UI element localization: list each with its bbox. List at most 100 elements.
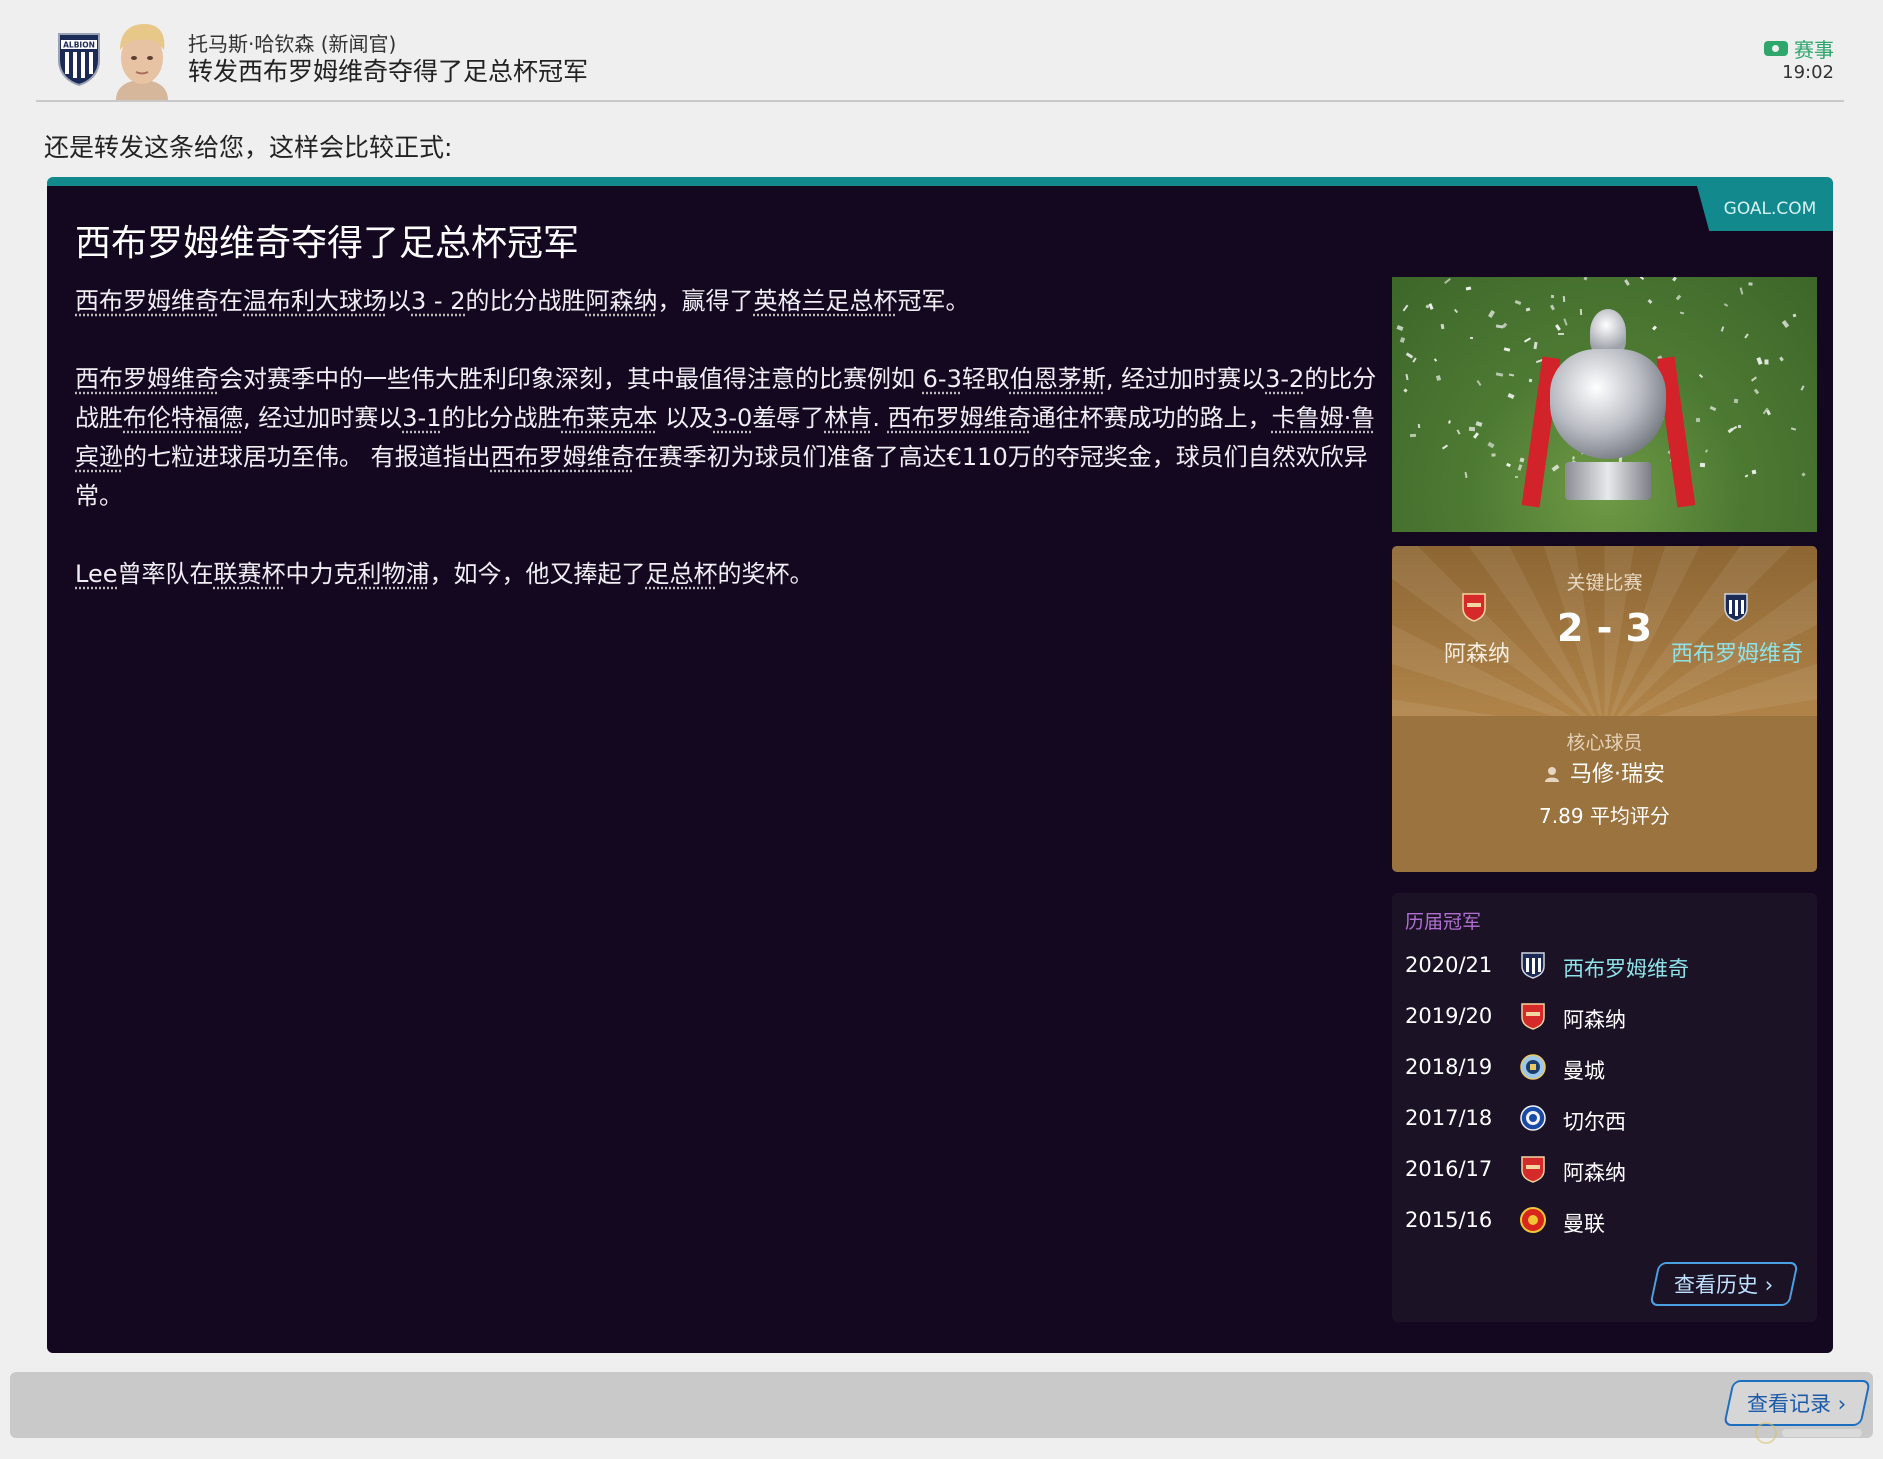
club-link[interactable]: 林肯 [824,404,872,432]
winner-team[interactable]: 阿森纳 [1563,1004,1626,1034]
confetti-piece [1469,336,1474,340]
article-title: 西布罗姆维奇夺得了足总杯冠军 [75,223,580,264]
article-paragraph: 西布罗姆维奇在温布利大球场以3 - 2的比分战胜阿森纳，赢得了英格兰足总杯冠军。 [75,287,970,315]
winner-season: 2015/16 [1405,1208,1493,1232]
past-winners-title: 历届冠军 [1405,911,1482,933]
match-link[interactable]: 3-1 [402,404,441,432]
club-link[interactable]: 伯恩茅斯 [1010,365,1106,393]
confetti-piece [1695,417,1701,423]
watermark-logo-icon [1755,1422,1862,1444]
club-link[interactable]: 利物浦 [357,560,429,588]
match-link[interactable]: 3-2 [1265,365,1304,393]
confetti-piece [1748,282,1753,286]
confetti-piece [1435,375,1442,381]
winner-team[interactable]: 阿森纳 [1563,1157,1626,1187]
chevron-right-icon: › [1765,1273,1774,1297]
arsenal-badge-icon [1521,1156,1545,1183]
confetti-piece [1433,358,1438,362]
confetti-piece [1441,444,1449,450]
club-link[interactable]: 布莱克本 [561,404,657,432]
confetti-piece [1519,457,1525,463]
article-paragraph: 西布罗姆维奇会对赛季中的一些伟大胜利印象深刻，其中最值得注意的比赛例如 6-3轻… [75,365,1377,510]
confetti-piece [1495,372,1504,377]
view-records-label: 查看记录 [1747,1392,1832,1416]
match-link[interactable]: 6-3 [923,365,962,393]
confetti-piece [1487,309,1496,319]
stadium-link[interactable]: 温布利大球场 [243,287,387,315]
trophy-base [1565,462,1651,500]
winner-team[interactable]: 切尔西 [1563,1106,1626,1136]
confetti-piece [1779,356,1784,362]
confetti-piece [1507,392,1515,400]
confetti-piece [1448,420,1451,424]
match-link[interactable]: 3 - 2 [411,287,465,315]
message-intro: 还是转发这条给您，这样会比较正式: [44,133,453,162]
confetti-piece [1583,277,1588,281]
club-link[interactable]: 布伦特福德 [123,404,243,432]
winner-row[interactable]: 2018/19 曼城 [1405,1047,1805,1087]
match-link[interactable]: 3-0 [713,404,752,432]
confetti-piece [1647,299,1653,304]
competition-link[interactable]: 英格兰足总杯 [753,287,897,315]
winner-team[interactable]: 西布罗姆维奇 [1563,953,1689,983]
confetti-piece [1639,277,1645,281]
confetti-piece [1672,277,1677,282]
confetti-piece [1753,388,1760,395]
winner-season: 2016/17 [1405,1157,1493,1181]
source-tab: GOAL.COM [1697,186,1833,231]
man-city-badge-icon [1520,1054,1546,1080]
confetti-piece [1464,471,1468,479]
confetti-piece [1781,319,1790,329]
winner-season: 2020/21 [1405,953,1493,977]
winner-row[interactable]: 2016/17 阿森纳 [1405,1149,1805,1189]
message-time: 19:02 [1782,62,1834,83]
manager-link[interactable]: Lee [75,560,117,588]
confetti-piece [1579,308,1583,316]
confetti-piece [1739,287,1744,295]
club-link[interactable]: 西布罗姆维奇 [75,365,219,393]
club-link[interactable]: 西布罗姆维奇 [491,443,635,471]
confetti-piece [1675,294,1682,301]
confetti-piece [1699,462,1706,468]
confetti-piece [1396,325,1404,331]
winner-row[interactable]: 2017/18 切尔西 [1405,1098,1805,1138]
club-link[interactable]: 西布罗姆维奇 [888,404,1032,432]
confetti-piece [1503,347,1511,352]
club-link[interactable]: 西布罗姆维奇 [75,287,219,315]
confetti-piece [1453,308,1459,314]
confetti-piece [1403,388,1408,393]
confetti-piece [1412,357,1417,363]
winner-row[interactable]: 2020/21 西布罗姆维奇 [1405,945,1805,985]
winner-row[interactable]: 2015/16 曼联 [1405,1200,1805,1240]
confetti-piece [1792,313,1797,318]
confetti-piece [1525,307,1531,312]
confetti-piece [1533,341,1538,350]
ticket-icon [1764,41,1788,56]
view-history-button[interactable]: 查看历史 › [1649,1262,1799,1306]
message-header: ALBION 托马斯·哈钦森 (新闻官) 转发西布罗姆维奇夺得了足总杯冠军 赛事… [36,14,1844,102]
west-brom-badge-icon [1521,952,1545,979]
confetti-piece [1551,464,1560,472]
confetti-piece [1444,278,1451,284]
confetti-piece [1751,469,1757,475]
winner-team[interactable]: 曼联 [1563,1208,1605,1238]
competition-link[interactable]: 联赛杯 [213,560,285,588]
away-team-name[interactable]: 西布罗姆维奇 [1667,636,1807,668]
winner-row[interactable]: 2019/20 阿森纳 [1405,996,1805,1036]
competition-link[interactable]: 足总杯 [645,560,717,588]
confetti-piece [1468,426,1476,432]
key-match-card[interactable]: 关键比赛 阿森纳 2 - 3 西布罗姆维奇 核心球员 马修·瑞安 7.89 平均… [1392,546,1817,872]
confetti-piece [1465,286,1472,291]
sender-avatar[interactable] [108,20,176,100]
confetti-piece [1737,424,1742,429]
club-link[interactable]: 阿森纳 [585,287,657,315]
confetti-piece [1698,373,1704,379]
confetti-piece [1517,464,1523,471]
key-player-name[interactable]: 马修·瑞安 [1570,762,1665,787]
key-player[interactable]: 马修·瑞安 [1392,756,1817,788]
winner-team[interactable]: 曼城 [1563,1055,1605,1085]
confetti-piece [1723,303,1729,307]
confetti-piece [1550,294,1555,299]
confetti-piece [1555,324,1561,331]
confetti-piece [1514,300,1522,305]
